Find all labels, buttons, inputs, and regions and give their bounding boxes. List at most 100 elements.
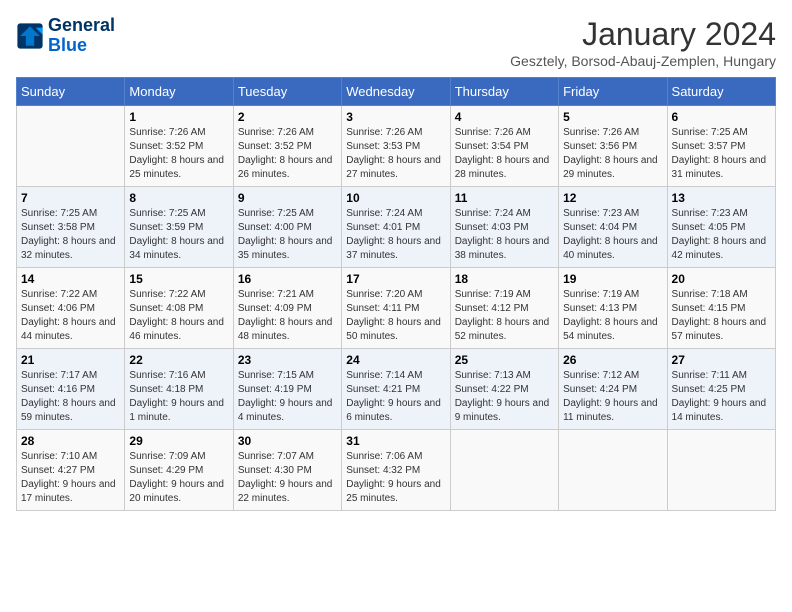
day-cell: 7Sunrise: 7:25 AM Sunset: 3:58 PM Daylig…	[17, 187, 125, 268]
day-info: Sunrise: 7:10 AM Sunset: 4:27 PM Dayligh…	[21, 450, 120, 506]
day-cell: 8Sunrise: 7:25 AM Sunset: 3:59 PM Daylig…	[125, 187, 233, 268]
day-number: 12	[563, 191, 662, 205]
day-cell: 2Sunrise: 7:26 AM Sunset: 3:52 PM Daylig…	[233, 106, 341, 187]
day-number: 27	[672, 353, 771, 367]
column-header-wednesday: Wednesday	[342, 78, 450, 106]
day-info: Sunrise: 7:21 AM Sunset: 4:09 PM Dayligh…	[238, 288, 337, 344]
day-info: Sunrise: 7:09 AM Sunset: 4:29 PM Dayligh…	[129, 450, 228, 506]
column-header-friday: Friday	[559, 78, 667, 106]
day-number: 20	[672, 272, 771, 286]
day-info: Sunrise: 7:19 AM Sunset: 4:12 PM Dayligh…	[455, 288, 554, 344]
logo-icon	[16, 22, 44, 50]
day-number: 18	[455, 272, 554, 286]
day-number: 17	[346, 272, 445, 286]
day-info: Sunrise: 7:11 AM Sunset: 4:25 PM Dayligh…	[672, 369, 771, 425]
day-cell: 30Sunrise: 7:07 AM Sunset: 4:30 PM Dayli…	[233, 430, 341, 511]
day-number: 25	[455, 353, 554, 367]
logo-line2: Blue	[48, 36, 115, 56]
week-row-4: 21 Sunrise: 7:17 AM Sunset: 4:16 PM Dayli…	[17, 349, 776, 430]
day-cell: 25 Sunrise: 7:13 AM Sunset: 4:22 PM Dayli…	[450, 349, 558, 430]
logo: General Blue	[16, 16, 115, 56]
day-number: 15	[129, 272, 228, 286]
day-info: Sunrise: 7:14 AM Sunset: 4:21 PM Dayligh…	[346, 369, 445, 425]
day-info: Sunrise: 7:26 AM Sunset: 3:56 PM Dayligh…	[563, 126, 662, 182]
week-row-3: 14 Sunrise: 7:22 AM Sunset: 4:06 PM Dayli…	[17, 268, 776, 349]
day-info: Sunrise: 7:26 AM Sunset: 3:53 PM Dayligh…	[346, 126, 445, 182]
day-number: 26	[563, 353, 662, 367]
location: Gesztely, Borsod-Abauj-Zemplen, Hungary	[510, 53, 776, 69]
day-number: 10	[346, 191, 445, 205]
day-number: 5	[563, 110, 662, 124]
day-info: Sunrise: 7:22 AM Sunset: 4:06 PM Dayligh…	[21, 288, 120, 344]
day-number: 23	[238, 353, 337, 367]
day-cell: 21 Sunrise: 7:17 AM Sunset: 4:16 PM Dayli…	[17, 349, 125, 430]
logo-line1: General	[48, 16, 115, 36]
day-cell	[667, 430, 775, 511]
week-row-2: 7Sunrise: 7:25 AM Sunset: 3:58 PM Daylig…	[17, 187, 776, 268]
column-header-saturday: Saturday	[667, 78, 775, 106]
day-info: Sunrise: 7:24 AM Sunset: 4:01 PM Dayligh…	[346, 207, 445, 263]
day-cell: 4 Sunrise: 7:26 AM Sunset: 3:54 PM Daylig…	[450, 106, 558, 187]
day-number: 3	[346, 110, 445, 124]
day-info: Sunrise: 7:26 AM Sunset: 3:52 PM Dayligh…	[129, 126, 228, 182]
calendar-body: 1Sunrise: 7:26 AM Sunset: 3:52 PM Daylig…	[17, 106, 776, 511]
day-cell: 10 Sunrise: 7:24 AM Sunset: 4:01 PM Dayli…	[342, 187, 450, 268]
day-number: 31	[346, 434, 445, 448]
calendar-table: SundayMondayTuesdayWednesdayThursdayFrid…	[16, 77, 776, 511]
column-header-sunday: Sunday	[17, 78, 125, 106]
day-info: Sunrise: 7:06 AM Sunset: 4:32 PM Dayligh…	[346, 450, 445, 506]
title-block: January 2024 Gesztely, Borsod-Abauj-Zemp…	[510, 16, 776, 69]
column-header-tuesday: Tuesday	[233, 78, 341, 106]
day-number: 11	[455, 191, 554, 205]
day-cell: 16 Sunrise: 7:21 AM Sunset: 4:09 PM Dayli…	[233, 268, 341, 349]
month-title: January 2024	[510, 16, 776, 53]
day-info: Sunrise: 7:26 AM Sunset: 3:52 PM Dayligh…	[238, 126, 337, 182]
column-header-monday: Monday	[125, 78, 233, 106]
day-info: Sunrise: 7:23 AM Sunset: 4:05 PM Dayligh…	[672, 207, 771, 263]
day-info: Sunrise: 7:17 AM Sunset: 4:16 PM Dayligh…	[21, 369, 120, 425]
day-number: 19	[563, 272, 662, 286]
day-cell: 27 Sunrise: 7:11 AM Sunset: 4:25 PM Dayli…	[667, 349, 775, 430]
day-cell: 20 Sunrise: 7:18 AM Sunset: 4:15 PM Dayli…	[667, 268, 775, 349]
day-info: Sunrise: 7:12 AM Sunset: 4:24 PM Dayligh…	[563, 369, 662, 425]
day-number: 29	[129, 434, 228, 448]
day-cell: 6 Sunrise: 7:25 AM Sunset: 3:57 PM Daylig…	[667, 106, 775, 187]
day-info: Sunrise: 7:25 AM Sunset: 4:00 PM Dayligh…	[238, 207, 337, 263]
day-cell: 22 Sunrise: 7:16 AM Sunset: 4:18 PM Dayli…	[125, 349, 233, 430]
day-number: 28	[21, 434, 120, 448]
day-cell: 1Sunrise: 7:26 AM Sunset: 3:52 PM Daylig…	[125, 106, 233, 187]
day-info: Sunrise: 7:23 AM Sunset: 4:04 PM Dayligh…	[563, 207, 662, 263]
day-info: Sunrise: 7:25 AM Sunset: 3:59 PM Dayligh…	[129, 207, 228, 263]
column-header-thursday: Thursday	[450, 78, 558, 106]
day-number: 14	[21, 272, 120, 286]
day-cell: 9Sunrise: 7:25 AM Sunset: 4:00 PM Daylig…	[233, 187, 341, 268]
day-number: 22	[129, 353, 228, 367]
day-cell	[17, 106, 125, 187]
day-number: 4	[455, 110, 554, 124]
day-number: 16	[238, 272, 337, 286]
day-info: Sunrise: 7:13 AM Sunset: 4:22 PM Dayligh…	[455, 369, 554, 425]
week-row-5: 28 Sunrise: 7:10 AM Sunset: 4:27 PM Dayli…	[17, 430, 776, 511]
day-cell: 24Sunrise: 7:14 AM Sunset: 4:21 PM Dayli…	[342, 349, 450, 430]
day-number: 6	[672, 110, 771, 124]
day-info: Sunrise: 7:18 AM Sunset: 4:15 PM Dayligh…	[672, 288, 771, 344]
day-cell: 31 Sunrise: 7:06 AM Sunset: 4:32 PM Dayli…	[342, 430, 450, 511]
week-row-1: 1Sunrise: 7:26 AM Sunset: 3:52 PM Daylig…	[17, 106, 776, 187]
day-info: Sunrise: 7:15 AM Sunset: 4:19 PM Dayligh…	[238, 369, 337, 425]
day-number: 30	[238, 434, 337, 448]
day-cell	[450, 430, 558, 511]
day-info: Sunrise: 7:19 AM Sunset: 4:13 PM Dayligh…	[563, 288, 662, 344]
day-number: 21	[21, 353, 120, 367]
day-cell: 3 Sunrise: 7:26 AM Sunset: 3:53 PM Daylig…	[342, 106, 450, 187]
day-cell: 11 Sunrise: 7:24 AM Sunset: 4:03 PM Dayli…	[450, 187, 558, 268]
day-info: Sunrise: 7:25 AM Sunset: 3:57 PM Dayligh…	[672, 126, 771, 182]
day-info: Sunrise: 7:24 AM Sunset: 4:03 PM Dayligh…	[455, 207, 554, 263]
day-info: Sunrise: 7:20 AM Sunset: 4:11 PM Dayligh…	[346, 288, 445, 344]
day-info: Sunrise: 7:25 AM Sunset: 3:58 PM Dayligh…	[21, 207, 120, 263]
day-cell: 18 Sunrise: 7:19 AM Sunset: 4:12 PM Dayli…	[450, 268, 558, 349]
day-cell: 14 Sunrise: 7:22 AM Sunset: 4:06 PM Dayli…	[17, 268, 125, 349]
day-cell: 28 Sunrise: 7:10 AM Sunset: 4:27 PM Dayli…	[17, 430, 125, 511]
day-info: Sunrise: 7:26 AM Sunset: 3:54 PM Dayligh…	[455, 126, 554, 182]
day-cell: 5 Sunrise: 7:26 AM Sunset: 3:56 PM Daylig…	[559, 106, 667, 187]
day-info: Sunrise: 7:16 AM Sunset: 4:18 PM Dayligh…	[129, 369, 228, 425]
